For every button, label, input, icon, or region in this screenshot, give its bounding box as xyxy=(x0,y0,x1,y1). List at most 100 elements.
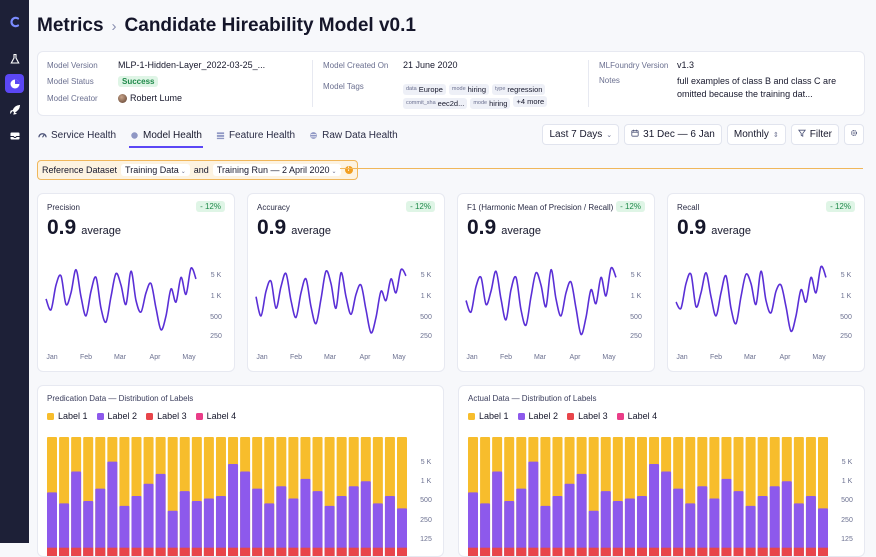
meta-label: Model Status xyxy=(47,77,118,86)
bar-label-3 xyxy=(818,548,828,557)
bar-label-3 xyxy=(468,548,478,557)
bar-label-3 xyxy=(661,548,671,557)
bar-label-3 xyxy=(516,548,526,557)
meta-label: Model Created On xyxy=(323,61,403,70)
legend-text: Label 1 xyxy=(58,411,88,421)
y-tick-label: 5 K xyxy=(841,272,852,279)
bar-label-3 xyxy=(349,548,359,557)
y-tick-label: 5 K xyxy=(421,272,432,279)
logo-icon[interactable] xyxy=(5,12,24,31)
reference-run-select[interactable]: Training Run — 2 April 2020⌄ xyxy=(213,164,341,176)
health-tabs: Service Health Model Health Feature Heal… xyxy=(37,124,399,148)
bar-label-3 xyxy=(601,548,611,557)
bar-label-2 xyxy=(601,491,611,557)
x-tick-label: Jan xyxy=(676,354,687,361)
legend-label-4[interactable]: Label 4 xyxy=(617,411,658,421)
breadcrumb-separator-icon: › xyxy=(112,18,117,35)
legend-text: Label 4 xyxy=(207,411,237,421)
interval-value: Monthly xyxy=(734,129,769,140)
notes-line: omitted because the training dat... xyxy=(677,89,836,99)
tag-key: commit_sha xyxy=(406,100,436,106)
bar-label-3 xyxy=(565,548,575,557)
interval-select[interactable]: Monthly ⇕ xyxy=(727,124,786,145)
bar-label-2 xyxy=(228,464,238,557)
tag-value: eec2d... xyxy=(438,99,465,108)
x-tick-label: Apr xyxy=(360,354,372,361)
bar-label-2 xyxy=(673,489,683,557)
flask-icon[interactable] xyxy=(5,49,24,68)
series-line xyxy=(676,266,826,331)
metric-unit: average xyxy=(81,225,121,237)
legend-label-2[interactable]: Label 2 xyxy=(518,411,559,421)
bar-label-2 xyxy=(697,486,707,557)
bar-label-3 xyxy=(168,548,178,557)
model-tag[interactable]: +4 more xyxy=(513,96,547,107)
y-tick-label: 500 xyxy=(420,497,432,504)
x-tick-label: Mar xyxy=(114,354,127,361)
model-tag[interactable]: modehiring xyxy=(470,98,510,109)
chevron-down-icon: ⌄ xyxy=(606,131,612,139)
pie-chart-icon[interactable] xyxy=(5,74,24,93)
reference-dataset-select[interactable]: Training Data⌄ xyxy=(121,164,190,176)
model-icon xyxy=(130,131,139,140)
filter-button[interactable]: Filter xyxy=(791,124,839,145)
rocket-icon[interactable] xyxy=(5,100,24,119)
meta-row-creator: Model Creator Robert Lume xyxy=(47,93,182,103)
bar-label-2 xyxy=(649,464,659,557)
bar-label-3 xyxy=(782,548,792,557)
tags-row: commit_shaeec2d...modehiring+4 more xyxy=(403,91,550,109)
delta-badge: - 12% xyxy=(616,201,645,212)
inbox-icon[interactable] xyxy=(5,126,24,145)
bar-label-3 xyxy=(119,548,129,557)
legend-label-1[interactable]: Label 1 xyxy=(468,411,509,421)
actual-bar-chart: 5 K1 K500250125 xyxy=(459,430,864,557)
filter-label: Filter xyxy=(810,129,832,140)
x-tick-label: Feb xyxy=(710,354,722,361)
y-tick-label: 1 K xyxy=(842,478,853,485)
metric-card-f1: F1 (Harmonic Mean of Precision / Recall)… xyxy=(457,193,655,372)
y-tick-label: 5 K xyxy=(211,272,222,279)
bar-label-3 xyxy=(252,548,262,557)
legend-label-4[interactable]: Label 4 xyxy=(196,411,237,421)
reference-label: Reference Dataset xyxy=(42,165,117,175)
bar-label-3 xyxy=(325,548,335,557)
tab-feature-health[interactable]: Feature Health xyxy=(215,124,296,147)
y-tick-label: 250 xyxy=(630,333,642,340)
bar-label-2 xyxy=(565,484,575,557)
bar-label-3 xyxy=(528,548,538,557)
model-name: Candidate Hireability Model v0.1 xyxy=(125,15,416,37)
reference-and: and xyxy=(194,165,209,175)
bar-label-3 xyxy=(770,548,780,557)
range-select[interactable]: Last 7 Days ⌄ xyxy=(542,124,619,145)
legend-label-2[interactable]: Label 2 xyxy=(97,411,138,421)
bar-label-3 xyxy=(397,548,407,557)
legend-label-3[interactable]: Label 3 xyxy=(146,411,187,421)
tag-value: +4 more xyxy=(516,97,544,106)
tab-raw-data-health[interactable]: Raw Data Health xyxy=(308,124,399,147)
date-range-picker[interactable]: 31 Dec — 6 Jan xyxy=(624,124,722,145)
tab-model-health[interactable]: Model Health xyxy=(129,124,203,147)
bar-label-3 xyxy=(746,548,756,557)
bar-label-3 xyxy=(59,548,69,557)
bar-label-3 xyxy=(313,548,323,557)
y-tick-label: 5 K xyxy=(631,272,642,279)
tab-service-health[interactable]: Service Health xyxy=(37,124,117,147)
model-tag[interactable]: commit_shaeec2d... xyxy=(403,98,467,109)
x-tick-label: Jan xyxy=(466,354,477,361)
bar-label-3 xyxy=(649,548,659,557)
bar-label-3 xyxy=(83,548,93,557)
y-tick-label: 250 xyxy=(841,517,853,524)
bar-label-3 xyxy=(216,548,226,557)
x-tick-label: Feb xyxy=(80,354,92,361)
y-tick-label: 1 K xyxy=(421,478,432,485)
legend-label-3[interactable]: Label 3 xyxy=(567,411,608,421)
model-creator-value: Robert Lume xyxy=(130,93,182,103)
legend-text: Label 2 xyxy=(108,411,138,421)
legend-swatch xyxy=(518,413,525,420)
metric-value: 0.9 xyxy=(257,216,286,240)
bar-label-3 xyxy=(71,548,81,557)
mlfoundry-version-value: v1.3 xyxy=(677,60,694,70)
metric-card-recall: Recall - 12% 0.9average 5 K1 K500250JanF… xyxy=(667,193,865,372)
settings-button[interactable] xyxy=(844,124,864,145)
legend-label-1[interactable]: Label 1 xyxy=(47,411,88,421)
